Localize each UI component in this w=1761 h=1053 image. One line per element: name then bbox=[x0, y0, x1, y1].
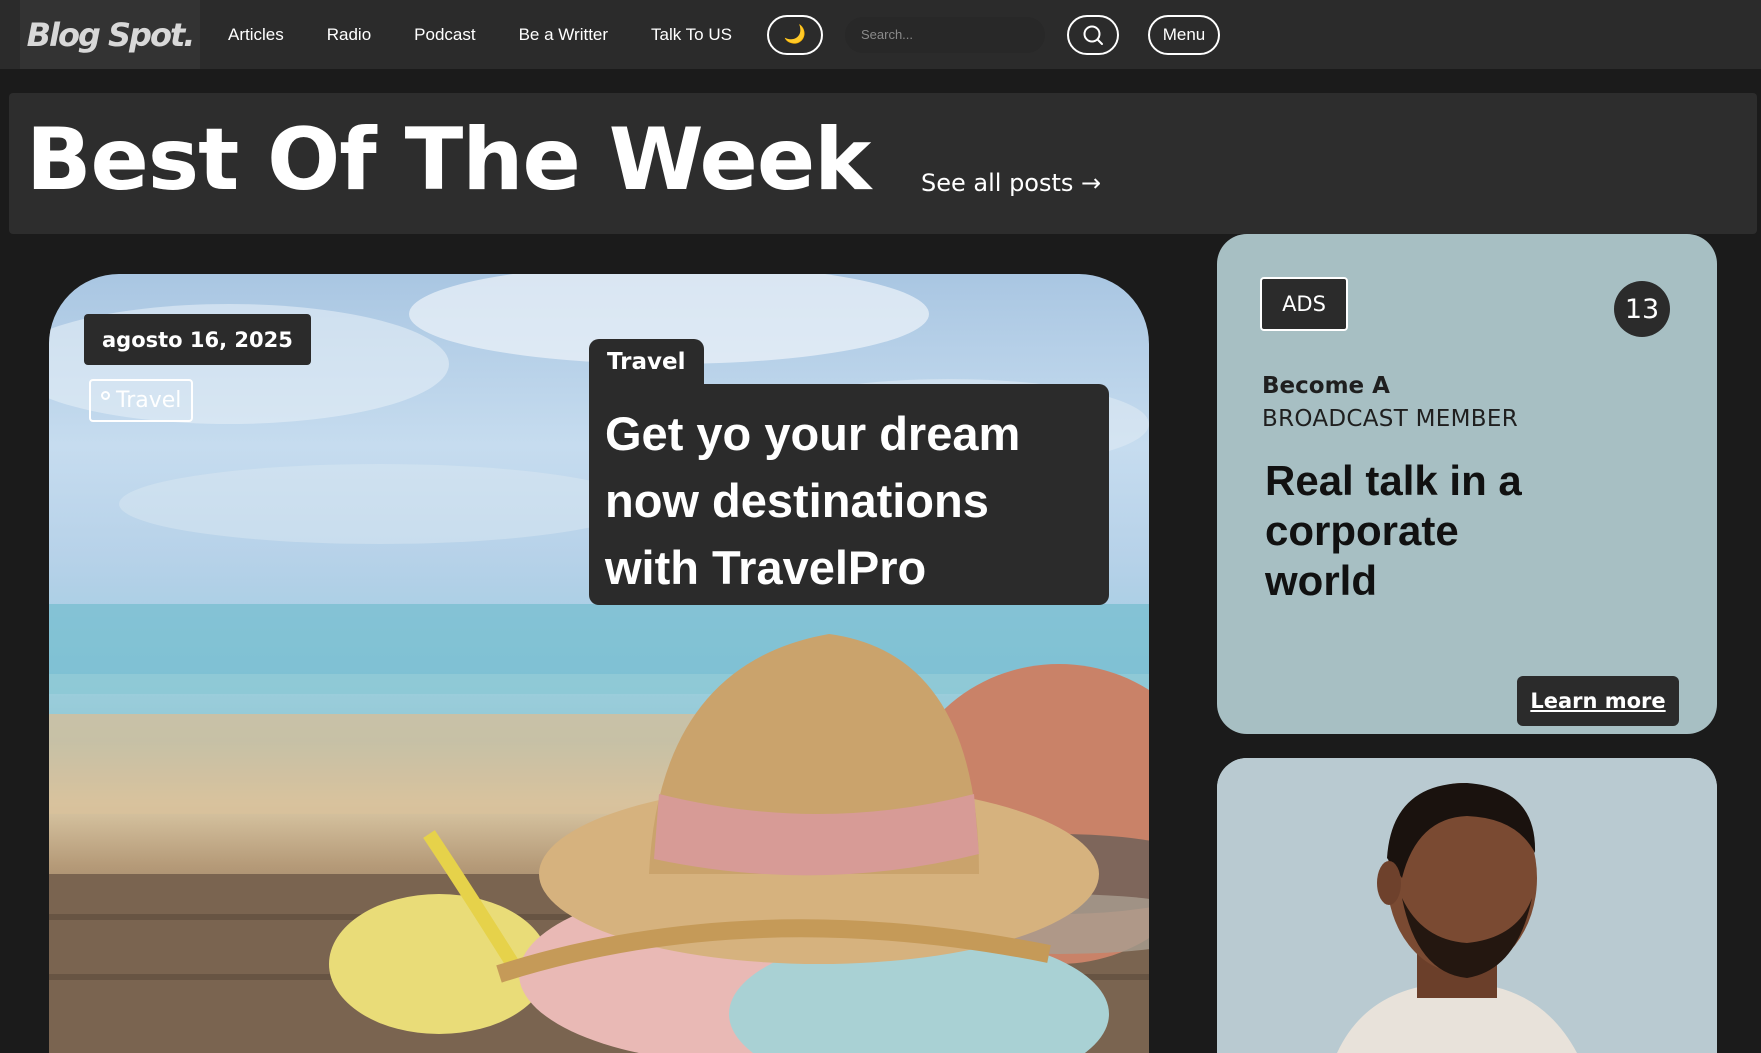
circle-icon bbox=[101, 391, 110, 400]
theme-toggle-button[interactable]: 🌙 bbox=[766, 14, 823, 55]
post-date-badge: agosto 16, 2025 bbox=[84, 314, 311, 365]
nav-link-talk-to-us[interactable]: Talk To US bbox=[651, 25, 732, 45]
post-headline-box: Get yo your dream now destinations with … bbox=[589, 384, 1109, 605]
post-tag-label: Travel bbox=[116, 388, 182, 413]
post-category-tab[interactable]: Travel bbox=[589, 339, 704, 385]
search-button[interactable] bbox=[1066, 14, 1119, 55]
portrait-card[interactable] bbox=[1217, 758, 1717, 1053]
see-all-posts-link[interactable]: See all posts → bbox=[921, 169, 1101, 197]
nav-link-articles[interactable]: Articles bbox=[228, 25, 284, 45]
nav-link-podcast[interactable]: Podcast bbox=[414, 25, 475, 45]
ads-headline: Real talk in a corporate world bbox=[1265, 457, 1522, 604]
site-logo[interactable]: Blog Spot. bbox=[20, 0, 200, 69]
navbar: Blog Spot. Articles Radio Podcast Be a W… bbox=[0, 0, 1761, 69]
search-icon bbox=[1083, 25, 1103, 45]
post-tag-link[interactable]: Travel bbox=[89, 379, 194, 422]
nav-link-be-a-writer[interactable]: Be a Writter bbox=[519, 25, 608, 45]
post-headline[interactable]: Get yo your dream now destinations with … bbox=[605, 400, 1093, 601]
learn-more-button[interactable]: Learn more bbox=[1517, 676, 1679, 726]
moon-icon: 🌙 bbox=[783, 24, 807, 45]
search-input[interactable] bbox=[860, 27, 1045, 42]
ads-badge: ADS bbox=[1260, 277, 1348, 331]
menu-button[interactable]: Menu bbox=[1147, 14, 1220, 55]
ads-subtitle-line2: BROADCAST MEMBER bbox=[1262, 406, 1518, 432]
ads-card: ADS 13 Become A BROADCAST MEMBER Real ta… bbox=[1217, 234, 1717, 734]
search-field[interactable] bbox=[844, 16, 1045, 53]
page-title: Best Of The Week bbox=[26, 110, 871, 210]
featured-post-card[interactable]: agosto 16, 2025 Travel Travel Get yo you… bbox=[49, 274, 1149, 1053]
ads-subtitle-line1: Become A bbox=[1262, 373, 1390, 399]
nav-link-radio[interactable]: Radio bbox=[327, 25, 371, 45]
ads-count-badge: 13 bbox=[1614, 281, 1670, 337]
portrait-image bbox=[1217, 758, 1717, 1053]
hero-banner: Best Of The Week See all posts → bbox=[9, 93, 1757, 234]
ads-subtitle: Become A BROADCAST MEMBER bbox=[1262, 370, 1518, 436]
